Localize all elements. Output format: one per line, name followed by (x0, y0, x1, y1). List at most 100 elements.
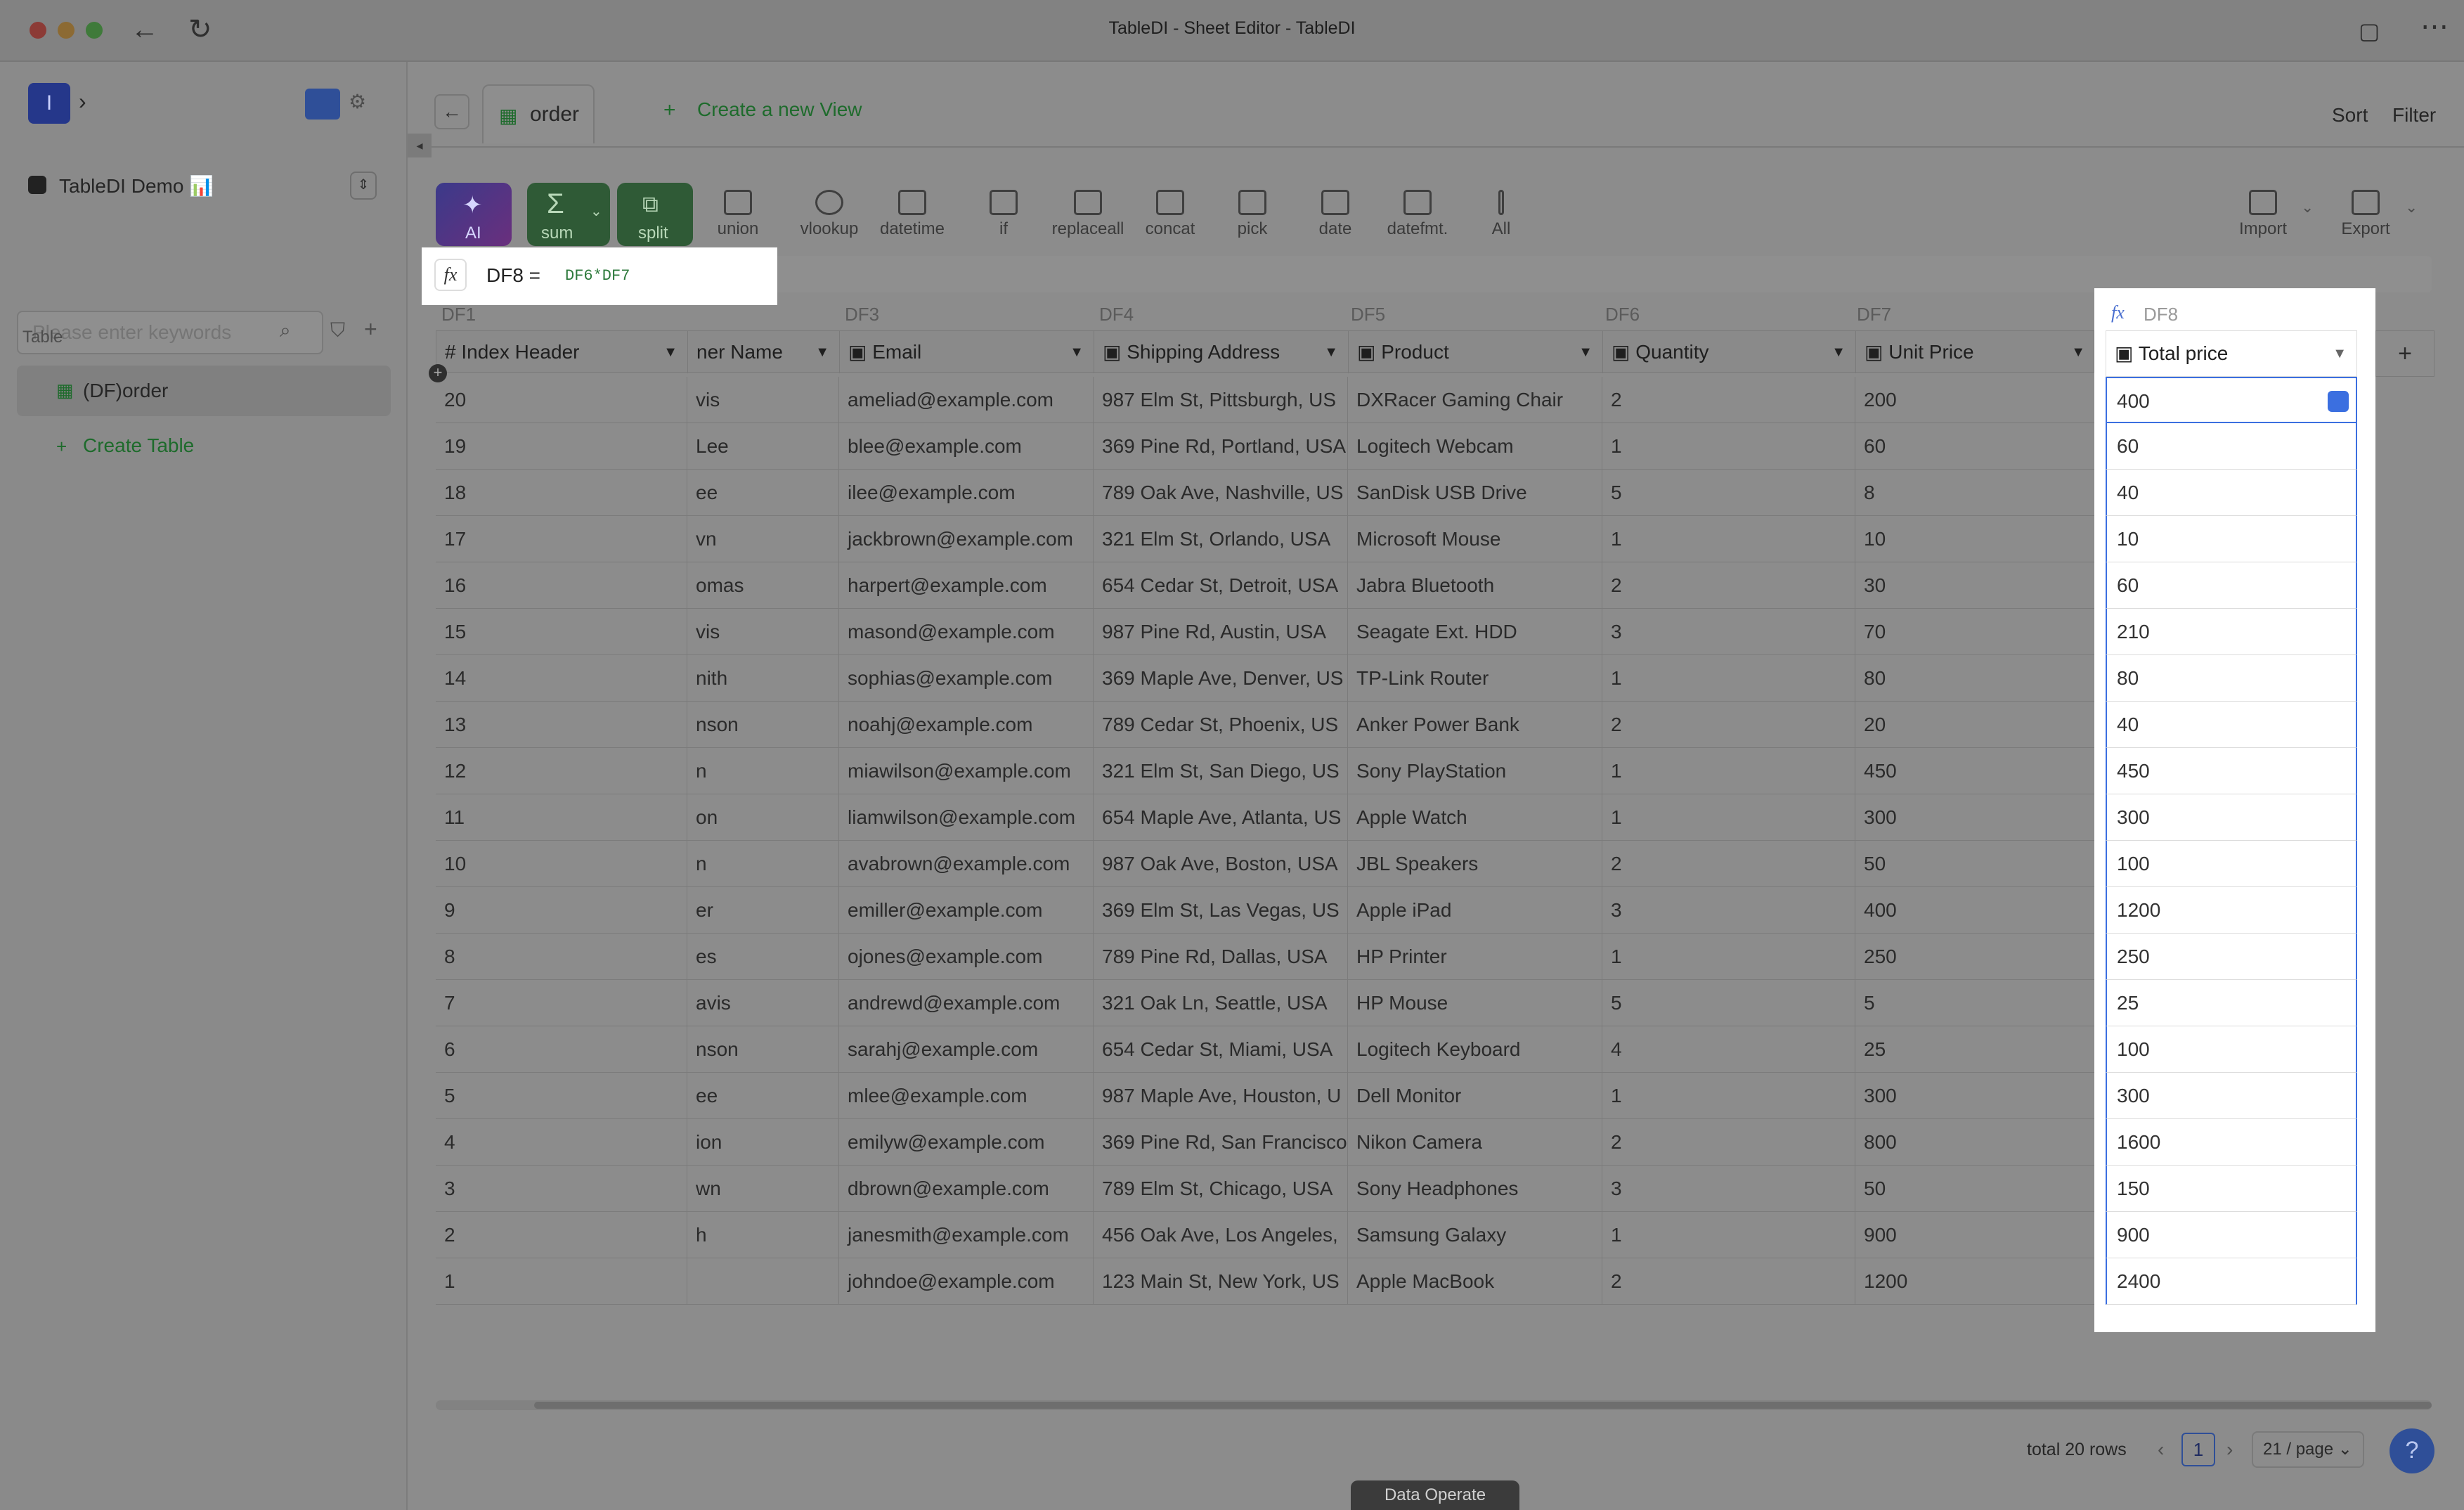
cell-name[interactable]: er (687, 887, 839, 934)
cell-index[interactable]: 3 (436, 1166, 687, 1212)
dropdown-icon[interactable]: ▼ (1578, 331, 1593, 373)
cell-product[interactable]: TP-Link Router (1348, 655, 1602, 702)
cell-shipping-address[interactable]: 369 Maple Ave, Denver, US (1094, 655, 1348, 702)
table-row[interactable]: 8 es ojones@example.com 789 Pine Rd, Dallas… (436, 934, 2094, 980)
cell-product[interactable]: HP Printer (1348, 934, 1602, 980)
cell-index[interactable]: 19 (436, 423, 687, 470)
cell-total-price[interactable]: 1200 (2106, 887, 2357, 934)
cell-total-price[interactable]: 100 (2106, 1026, 2357, 1073)
table-row[interactable]: 20 vis ameliad@example.com 987 Elm St, Pitt… (436, 377, 2094, 423)
table-row[interactable]: 10 n avabrown@example.com 987 Oak Ave, Bost… (436, 841, 2094, 887)
date-button[interactable]: date (1307, 190, 1363, 239)
table-row[interactable]: 19 Lee blee@example.com 369 Pine Rd, Portla… (436, 423, 2094, 470)
cell-unit-price[interactable]: 200 (1855, 377, 2094, 423)
cell-quantity[interactable]: 1 (1602, 655, 1855, 702)
cell-product[interactable]: Samsung Galaxy (1348, 1212, 1602, 1258)
cell-product[interactable]: Apple MacBook (1348, 1258, 1602, 1305)
if-button[interactable]: if (983, 190, 1025, 239)
cell-index[interactable]: 10 (436, 841, 687, 887)
more-menu-icon[interactable]: ⋯ (2420, 13, 2449, 41)
table-row[interactable]: 7 avis andrewd@example.com 321 Oak Ln, Seat… (436, 980, 2094, 1026)
filter-icon[interactable]: ⛉ (330, 319, 345, 342)
cell-index[interactable]: 15 (436, 609, 687, 655)
dropdown-icon[interactable]: ▼ (2071, 331, 2085, 373)
cell-shipping-address[interactable]: 321 Elm St, San Diego, US (1094, 748, 1348, 794)
cell-total-price[interactable]: 10 (2106, 516, 2357, 562)
cell-unit-price[interactable]: 60 (1855, 423, 2094, 470)
cell-shipping-address[interactable]: 789 Elm St, Chicago, USA (1094, 1166, 1348, 1212)
cell-total-price[interactable]: 1600 (2106, 1119, 2357, 1166)
dropdown-icon[interactable]: ▼ (1324, 331, 1338, 373)
cell-quantity[interactable]: 1 (1602, 794, 1855, 841)
cell-quantity[interactable]: 1 (1602, 423, 1855, 470)
cell-unit-price[interactable]: 50 (1855, 1166, 2094, 1212)
add-icon[interactable]: + (364, 316, 377, 342)
cell-total-price[interactable]: 450 (2106, 748, 2357, 794)
cell-email[interactable]: sophias@example.com (839, 655, 1094, 702)
create-table-link[interactable]: Create Table (83, 434, 194, 457)
dropdown-icon[interactable]: ▼ (1831, 331, 1846, 373)
sidebar-item-order[interactable]: ▦ (DF)order (17, 366, 391, 416)
cell-unit-price[interactable]: 8 (1855, 470, 2094, 516)
cell-total-price[interactable]: 250 (2106, 934, 2357, 980)
cell-quantity[interactable]: 1 (1602, 934, 1855, 980)
cell-total-price[interactable]: 40 (2106, 470, 2357, 516)
column-header-index[interactable]: # Index Header ▼ (436, 331, 688, 373)
cell-email[interactable]: masond@example.com (839, 609, 1094, 655)
cell-unit-price[interactable]: 80 (1855, 655, 2094, 702)
formula-expression[interactable]: DF6*DF7 (565, 267, 630, 285)
cell-unit-price[interactable]: 10 (1855, 516, 2094, 562)
cell-name[interactable]: omas (687, 562, 839, 609)
table-row[interactable]: 9 er emiller@example.com 369 Elm St, Las Ve… (436, 887, 2094, 934)
cell-email[interactable]: noahj@example.com (839, 702, 1094, 748)
cell-quantity[interactable]: 3 (1602, 609, 1855, 655)
cell-index[interactable]: 14 (436, 655, 687, 702)
cell-unit-price[interactable]: 5 (1855, 980, 2094, 1026)
cell-shipping-address[interactable]: 321 Oak Ln, Seattle, USA (1094, 980, 1348, 1026)
cell-name[interactable]: es (687, 934, 839, 980)
pick-button[interactable]: pick (1224, 190, 1280, 239)
table-row[interactable]: 5 ee mlee@example.com 987 Maple Ave, Housto… (436, 1073, 2094, 1119)
cell-total-price[interactable]: 300 (2106, 1073, 2357, 1119)
collapse-sidebar-icon[interactable]: ◂ (408, 134, 432, 157)
cell-total-price[interactable]: 60 (2106, 423, 2357, 470)
cell-name[interactable]: avis (687, 980, 839, 1026)
cell-unit-price[interactable]: 50 (1855, 841, 2094, 887)
sidebar-search-input[interactable] (17, 311, 323, 354)
cell-product[interactable]: Microsoft Mouse (1348, 516, 1602, 562)
table-row[interactable]: 14 nith sophias@example.com 369 Maple Ave, … (436, 655, 2094, 702)
cell-total-price[interactable]: 210 (2106, 609, 2357, 655)
cell-email[interactable]: ameliad@example.com (839, 377, 1094, 423)
cell-email[interactable]: harpert@example.com (839, 562, 1094, 609)
cell-quantity[interactable]: 5 (1602, 980, 1855, 1026)
cell-product[interactable]: Logitech Keyboard (1348, 1026, 1602, 1073)
cell-email[interactable]: janesmith@example.com (839, 1212, 1094, 1258)
cell-quantity[interactable]: 4 (1602, 1026, 1855, 1073)
formula-editor[interactable]: fx DF8 = DF6*DF7 (422, 247, 777, 305)
cell-unit-price[interactable]: 800 (1855, 1119, 2094, 1166)
cell-name[interactable]: ee (687, 1073, 839, 1119)
cell-email[interactable]: emilyw@example.com (839, 1119, 1094, 1166)
chevron-down-icon[interactable]: ⌄ (2405, 198, 2418, 217)
cell-quantity[interactable]: 3 (1602, 887, 1855, 934)
cell-unit-price[interactable]: 25 (1855, 1026, 2094, 1073)
cell-quantity[interactable]: 1 (1602, 1212, 1855, 1258)
column-header-email[interactable]: ▣ Email ▼ (840, 331, 1094, 373)
cell-index[interactable]: 16 (436, 562, 687, 609)
cell-shipping-address[interactable]: 987 Pine Rd, Austin, USA (1094, 609, 1348, 655)
search-icon[interactable]: ⌕ (280, 319, 291, 342)
table-row[interactable]: 16 omas harpert@example.com 654 Cedar St, D… (436, 562, 2094, 609)
cell-name[interactable]: n (687, 841, 839, 887)
cell-name[interactable]: nith (687, 655, 839, 702)
table-row[interactable]: 13 nson noahj@example.com 789 Cedar St, Pho… (436, 702, 2094, 748)
table-row[interactable]: 1 johndoe@example.com 123 Main St, New Yor… (436, 1258, 2094, 1305)
dropdown-icon[interactable]: ▼ (663, 331, 677, 373)
cell-shipping-address[interactable]: 654 Maple Ave, Atlanta, US (1094, 794, 1348, 841)
cell-unit-price[interactable]: 30 (1855, 562, 2094, 609)
add-column-button[interactable]: + (2375, 330, 2434, 377)
cell-name[interactable]: vis (687, 377, 839, 423)
cell-shipping-address[interactable]: 789 Pine Rd, Dallas, USA (1094, 934, 1348, 980)
cell-email[interactable]: blee@example.com (839, 423, 1094, 470)
desktop-view-icon[interactable] (305, 89, 340, 120)
cell-name[interactable]: ee (687, 470, 839, 516)
